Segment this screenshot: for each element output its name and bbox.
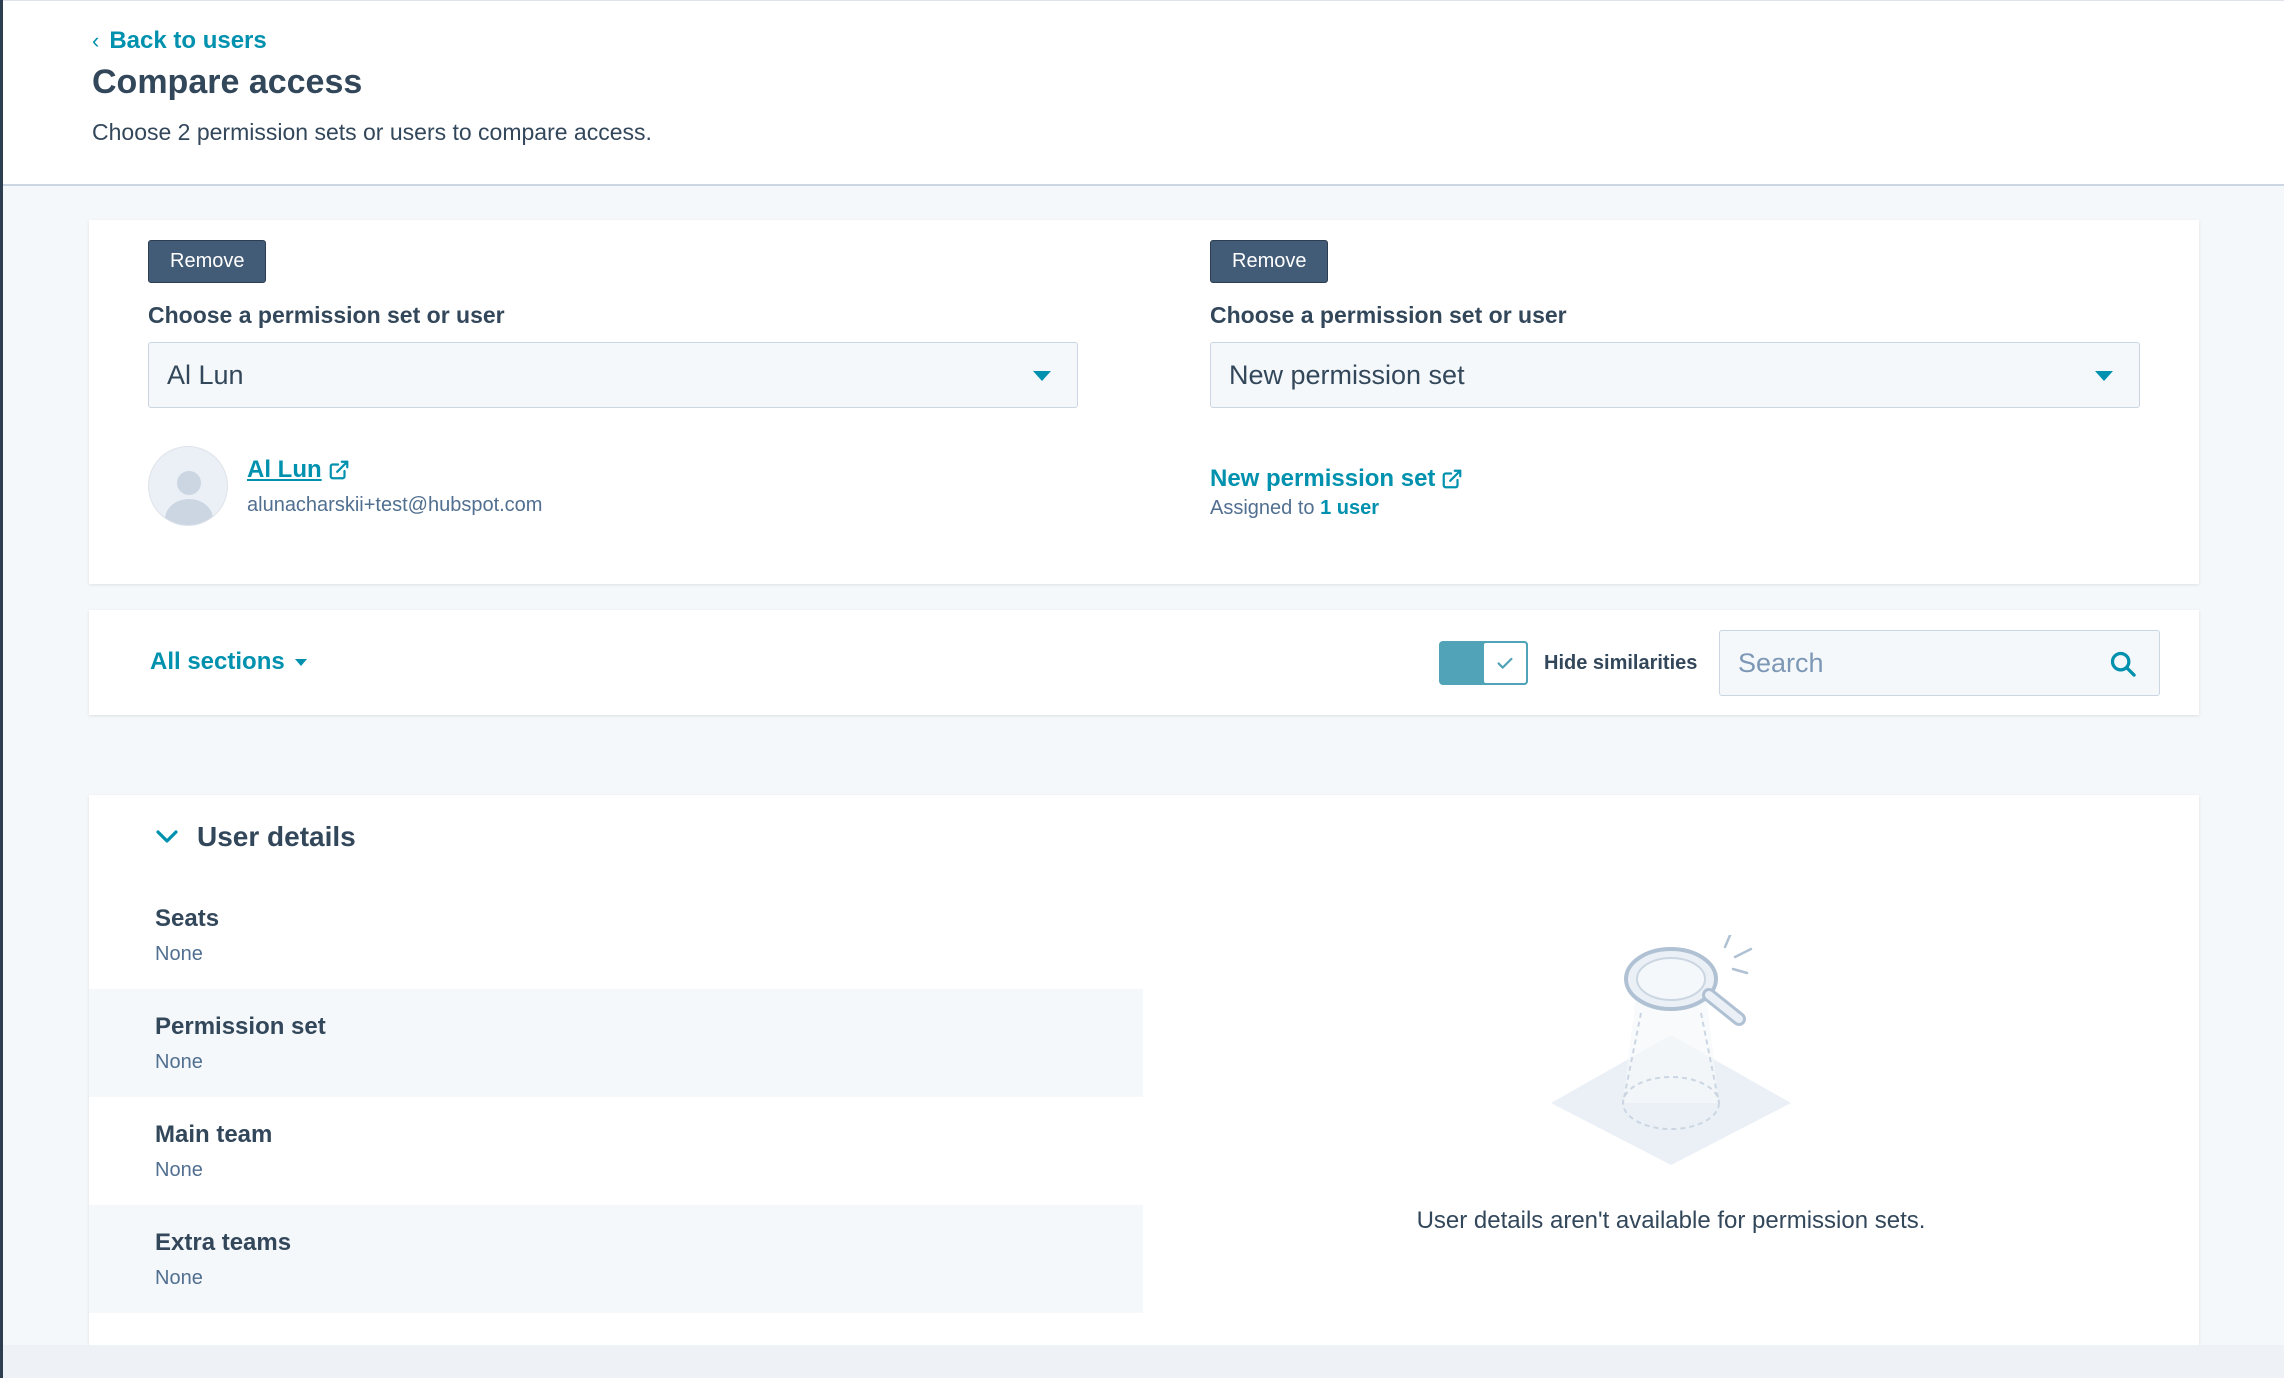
empty-state-message: User details aren't available for permis… <box>1416 1207 1926 1234</box>
caret-down-icon <box>1033 371 1051 381</box>
left-select-dropdown[interactable]: Al Lun <box>148 342 1078 408</box>
back-link-label: Back to users <box>109 27 267 54</box>
external-link-icon <box>329 460 349 480</box>
right-remove-button[interactable]: Remove <box>1210 240 1329 283</box>
right-select-dropdown[interactable]: New permission set <box>1210 342 2140 408</box>
hide-similarities-label: Hide similarities <box>1544 652 1698 674</box>
right-compare-column: Remove Choose a permission set or user N… <box>1210 220 2140 584</box>
detail-row-seats: Seats None <box>89 881 1143 989</box>
back-to-users-link[interactable]: ‹ Back to users <box>92 27 267 55</box>
detail-row-main-team: Main team None <box>89 1097 1143 1205</box>
right-select-label: Choose a permission set or user <box>1210 302 1567 328</box>
check-icon <box>1497 657 1513 669</box>
caret-down-icon <box>294 658 307 666</box>
search-input[interactable] <box>1720 631 2100 695</box>
compare-selection-card: Remove Choose a permission set or user A… <box>89 220 2199 584</box>
user-name: Al Lun <box>247 456 322 483</box>
magnifier-illustration-icon <box>1551 935 1791 1165</box>
hide-similarities-toggle[interactable] <box>1439 641 1528 685</box>
search-icon[interactable] <box>2109 650 2137 678</box>
all-sections-dropdown[interactable]: All sections <box>150 648 307 676</box>
permission-set-assigned: Assigned to 1 user <box>1210 497 1379 520</box>
user-profile-link[interactable]: Al Lun <box>247 456 350 484</box>
page-header: ‹ Back to users Compare access Choose 2 … <box>3 0 2284 186</box>
section-title: User details <box>197 821 356 852</box>
left-compare-column: Remove Choose a permission set or user A… <box>148 220 1078 584</box>
chevron-left-icon: ‹ <box>92 28 100 53</box>
app-left-border <box>0 0 3 1378</box>
assigned-users-link[interactable]: 1 user <box>1320 497 1379 519</box>
detail-label: Seats <box>155 905 220 932</box>
caret-down-icon <box>2095 371 2113 381</box>
assigned-prefix: Assigned to <box>1210 497 1315 519</box>
detail-row-permission-set: Permission set None <box>89 989 1143 1097</box>
left-select-label: Choose a permission set or user <box>148 302 505 328</box>
user-email: alunacharskii+test@hubspot.com <box>247 494 543 516</box>
detail-value: None <box>155 1159 203 1181</box>
permission-set-name: New permission set <box>1210 465 1436 492</box>
detail-label: Permission set <box>155 1013 326 1040</box>
detail-value: None <box>155 1267 203 1289</box>
detail-label: Main team <box>155 1121 273 1148</box>
filter-bar: All sections Hide similarities <box>89 610 2199 715</box>
user-details-section: User details Seats None Permission set N… <box>89 795 2199 1345</box>
search-field <box>1719 630 2160 696</box>
external-link-icon <box>1443 469 1462 489</box>
detail-row-extra-teams: Extra teams None <box>89 1205 1143 1313</box>
left-remove-button[interactable]: Remove <box>148 240 267 283</box>
page-title: Compare access <box>92 63 363 101</box>
page-subtitle: Choose 2 permission sets or users to com… <box>92 119 652 145</box>
user-details-toggle[interactable]: User details <box>155 821 356 853</box>
avatar <box>148 446 228 526</box>
detail-label: Extra teams <box>155 1229 292 1256</box>
left-select-value: Al Lun <box>167 359 244 390</box>
all-sections-label: All sections <box>150 648 285 675</box>
detail-value: None <box>155 943 203 965</box>
page-footer-strip <box>3 1345 2284 1378</box>
chevron-down-icon <box>156 830 178 843</box>
permission-set-link[interactable]: New permission set <box>1210 465 1463 493</box>
right-select-value: New permission set <box>1229 359 1465 390</box>
detail-value: None <box>155 1051 203 1073</box>
